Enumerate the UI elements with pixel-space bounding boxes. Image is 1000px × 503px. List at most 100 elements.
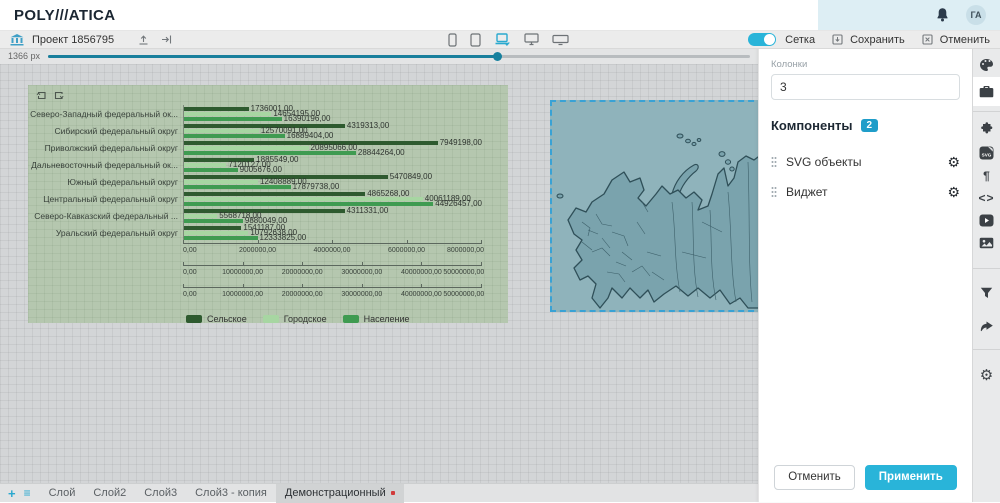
chart-bar[interactable] [184, 192, 365, 196]
chart-bar[interactable] [184, 231, 248, 235]
tablet-preview-icon[interactable] [470, 33, 481, 47]
chart-bar-value: 17879738,00 [293, 183, 340, 191]
axis-tick-label: 0,00 [183, 247, 197, 254]
chart-category-label: Сибирский федеральный округ [36, 122, 183, 139]
axis-tick-label: 6000000,00 [388, 247, 425, 254]
chart-bar[interactable] [184, 146, 309, 150]
layer-tab[interactable]: Слой3 [135, 484, 186, 503]
widgets-briefcase-icon[interactable] [973, 77, 1000, 106]
chart-bar[interactable] [184, 107, 249, 111]
chart-category-label: Южный федеральный округ [36, 173, 183, 190]
video-icon[interactable] [973, 209, 1000, 232]
legend-swatch [343, 315, 359, 323]
svg-map-widget[interactable] [550, 100, 764, 312]
chart-category-label: Центральный федеральный округ [36, 190, 183, 207]
layer-tab[interactable]: Слой3 - копия [186, 484, 276, 503]
widescreen-preview-icon[interactable] [552, 34, 569, 46]
chart-category-label: Дальневосточный федеральный ок... [36, 156, 183, 173]
chart-bar[interactable] [184, 185, 291, 189]
chart-bar[interactable] [184, 197, 423, 201]
chart-bar[interactable] [184, 202, 433, 206]
components-list: SVG объекты⚙Виджет⚙ [771, 147, 960, 207]
header-user-area: ГА [818, 0, 1000, 30]
export-layout-icon[interactable] [138, 34, 149, 45]
cancel-button[interactable]: Отменить [940, 34, 990, 46]
chart-bar[interactable] [184, 117, 282, 121]
grid-toggle[interactable] [748, 33, 776, 46]
project-name[interactable]: Проект 1856795 [32, 34, 114, 46]
chart-bar[interactable] [184, 219, 243, 223]
chart-category-label: Уральский федеральный округ [36, 224, 183, 241]
monitor-preview-icon[interactable] [524, 33, 539, 46]
axis-tick-label: 20000000,00 [282, 291, 323, 298]
save-icon [832, 34, 843, 45]
palette-icon[interactable] [973, 53, 1000, 77]
dashboard-canvas[interactable]: Северо-Западный федеральный ок...Сибирск… [0, 64, 758, 483]
layer-tab[interactable]: Слой2 [84, 484, 135, 503]
laptop-preview-icon-active[interactable] [494, 33, 511, 46]
svg-objects-icon[interactable]: SVG [973, 141, 1000, 165]
bar-chart-widget[interactable]: Северо-Западный федеральный ок...Сибирск… [28, 85, 508, 323]
notifications-bell-icon[interactable] [935, 7, 950, 23]
chart-bar[interactable] [184, 151, 356, 155]
component-settings-gear-icon[interactable]: ⚙ [947, 185, 960, 199]
chart-category-label: Северо-Западный федеральный ок... [36, 105, 183, 122]
reply-arrow-icon[interactable] [973, 316, 1000, 337]
project-icon [10, 34, 24, 46]
snap-to-edge-icon[interactable] [161, 34, 172, 45]
chart-bar[interactable] [184, 180, 258, 184]
component-list-item[interactable]: Виджет⚙ [771, 177, 960, 207]
filter-funnel-icon[interactable] [973, 282, 1000, 304]
drag-handle-icon[interactable] [771, 186, 777, 198]
component-settings-gear-icon[interactable]: ⚙ [947, 155, 960, 169]
axis-tick-label: 50000000,00 [443, 269, 484, 276]
chart-bar-group: 1885549,007120127,009005676,00 [184, 156, 482, 173]
chart-bar[interactable] [184, 112, 271, 116]
legend-item[interactable]: Городское [263, 314, 327, 324]
components-puzzle-icon[interactable] [973, 117, 1000, 141]
layer-tab[interactable]: Слой [40, 484, 85, 503]
user-avatar[interactable]: ГА [966, 5, 986, 25]
layers-bar: + ≡ СлойСлой2Слой3Слой3 - копияДемонстра… [0, 483, 758, 502]
legend-item[interactable]: Сельское [186, 314, 247, 324]
axis-tick-label: 8000000,00 [447, 247, 484, 254]
chart-bar-value: 12333825,00 [260, 234, 307, 242]
drag-handle-icon[interactable] [771, 156, 777, 168]
viewport-width-slider[interactable] [48, 55, 750, 58]
axis-tick-label: 30000000,00 [341, 291, 382, 298]
chart-x-axis: 0,0010000000,0020000000,0030000000,00400… [183, 265, 481, 285]
chart-bar[interactable] [184, 134, 285, 138]
chart-bar[interactable] [184, 209, 345, 213]
component-list-item[interactable]: SVG объекты⚙ [771, 147, 960, 177]
slider-handle[interactable] [493, 52, 502, 61]
phone-preview-icon[interactable] [448, 33, 457, 47]
chart-bar[interactable] [184, 226, 241, 230]
chart-bar-value: 44926457,00 [435, 200, 482, 208]
code-icon[interactable]: <> [973, 187, 1000, 209]
add-layer-icon[interactable]: + [8, 486, 16, 501]
layers-menu-icon[interactable]: ≡ [24, 486, 30, 500]
chart-bar[interactable] [184, 236, 258, 240]
chart-bar[interactable] [184, 214, 217, 218]
panel-apply-button[interactable]: Применить [865, 465, 957, 491]
chart-bar[interactable] [184, 163, 226, 167]
rotate-widget-icon[interactable] [36, 90, 47, 102]
legend-item[interactable]: Население [343, 314, 410, 324]
rail-settings-gear-icon[interactable]: ⚙ [973, 363, 1000, 388]
chart-bar[interactable] [184, 129, 259, 133]
text-pilcrow-icon[interactable]: ¶ [973, 165, 1000, 187]
save-button[interactable]: Сохранить [850, 34, 905, 46]
columns-input[interactable]: 3 [771, 74, 960, 100]
chart-bar[interactable] [184, 168, 238, 172]
slider-fill [48, 55, 497, 58]
legend-label: Население [364, 314, 410, 324]
layer-tab[interactable]: Демонстрационный [276, 484, 404, 503]
panel-cancel-button[interactable]: Отменить [774, 465, 855, 491]
chart-bar-group: 4311331,005568718,009880049,00 [184, 207, 482, 224]
cancel-icon [922, 34, 933, 45]
image-icon[interactable] [973, 232, 1000, 254]
refresh-widget-icon[interactable] [53, 90, 64, 102]
settings-panel: Колонки 3 Компоненты 2 SVG объекты⚙Видже… [758, 47, 972, 502]
chart-category-label: Северо-Кавказский федеральный ... [36, 207, 183, 224]
components-count-badge: 2 [861, 119, 879, 132]
